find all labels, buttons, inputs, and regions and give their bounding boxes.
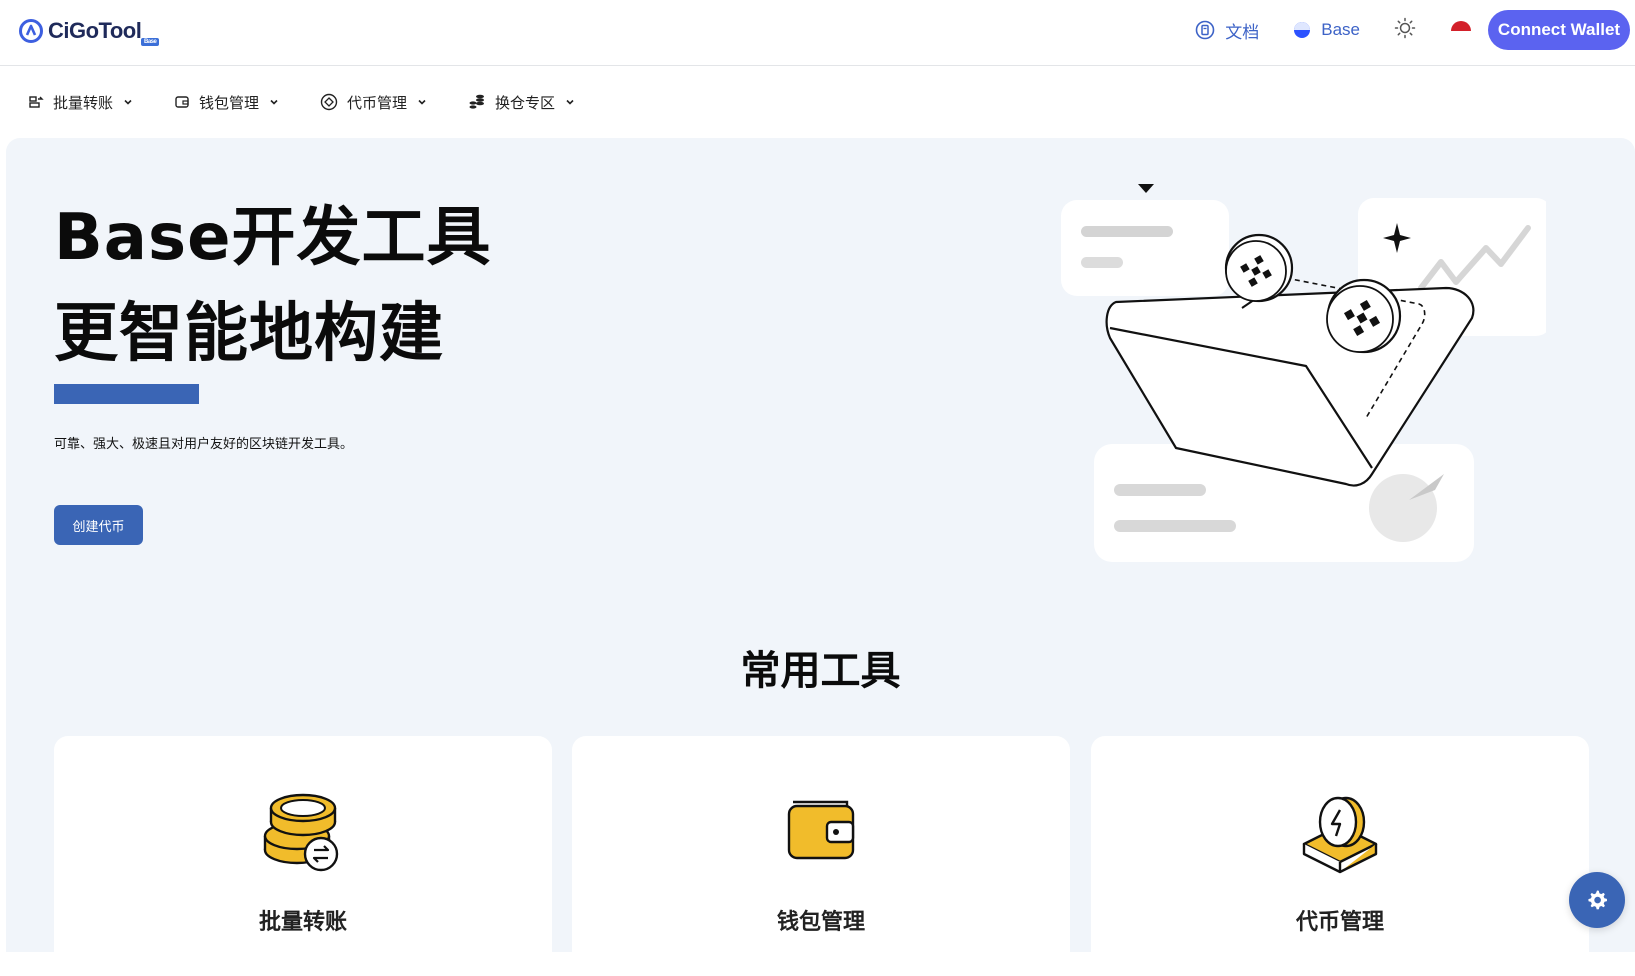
wallet-illustration bbox=[1061, 184, 1546, 562]
top-header: CiGoTool Base 文档 Base Connect Wallet bbox=[0, 0, 1635, 66]
nav-item-token-management[interactable]: 代币管理 bbox=[320, 92, 428, 113]
nav-label: 钱包管理 bbox=[199, 93, 260, 112]
chevron-down-icon bbox=[270, 99, 278, 105]
tool-card-title: 批量转账 bbox=[258, 910, 347, 935]
gear-icon bbox=[1588, 890, 1607, 910]
logo-mark-icon bbox=[19, 19, 43, 43]
hero-accent-bar bbox=[54, 384, 199, 404]
main-nav: 批量转账 钱包管理 代币管理 换仓专区 bbox=[0, 67, 1635, 137]
token-box-icon bbox=[1302, 796, 1378, 874]
hero-description: 可靠、强大、极速且对用户友好的区块链开发工具。 bbox=[54, 437, 354, 452]
hero-title-line-2: 更智能地构建 bbox=[54, 297, 444, 371]
coins-transfer-icon bbox=[263, 793, 339, 872]
nav-label: 代币管理 bbox=[347, 93, 408, 112]
chevron-down-icon bbox=[124, 99, 132, 105]
logo-badge: Base bbox=[141, 38, 160, 46]
tool-card-wallet-management[interactable]: 钱包管理 bbox=[572, 736, 1070, 976]
transfer-icon bbox=[29, 96, 44, 108]
language-flag-icon bbox=[1451, 21, 1471, 31]
nav-item-swap-zone[interactable]: 换仓专区 bbox=[468, 92, 576, 113]
theme-toggle[interactable] bbox=[1394, 17, 1416, 43]
nav-item-wallet-management[interactable]: 钱包管理 bbox=[174, 92, 280, 113]
tool-card-title: 钱包管理 bbox=[776, 910, 865, 935]
nav-label: 批量转账 bbox=[53, 93, 114, 112]
network-label: Base bbox=[1321, 20, 1360, 39]
wallet-icon bbox=[787, 800, 855, 860]
logo-text: CiGoTool Base bbox=[48, 18, 160, 46]
sun-icon bbox=[1394, 17, 1416, 39]
wallet-icon bbox=[175, 96, 189, 108]
connect-wallet-button[interactable]: Connect Wallet bbox=[1488, 10, 1630, 50]
docs-icon bbox=[1195, 20, 1215, 40]
docs-label: 文档 bbox=[1225, 22, 1260, 42]
settings-button[interactable] bbox=[1569, 872, 1625, 928]
header-actions: 文档 Base Connect Wallet bbox=[1195, 10, 1635, 50]
base-network-icon bbox=[1294, 22, 1311, 38]
coins-stack-icon bbox=[469, 94, 485, 109]
chevron-down-icon bbox=[566, 99, 574, 105]
token-icon bbox=[320, 93, 338, 111]
tool-card-batch-transfer[interactable]: 批量转账 bbox=[54, 736, 552, 976]
network-selector[interactable]: Base bbox=[1293, 20, 1360, 40]
tool-card-token-management[interactable]: 代币管理 bbox=[1091, 736, 1589, 976]
nav-label: 换仓专区 bbox=[495, 93, 556, 112]
hero-title: Base开发工具 更智能地构建 bbox=[54, 190, 491, 382]
logo[interactable]: CiGoTool Base bbox=[18, 16, 160, 46]
chevron-down-icon bbox=[418, 99, 426, 105]
tools-section-title: 常用工具 bbox=[740, 648, 901, 694]
create-token-button[interactable]: 创建代币 bbox=[54, 505, 143, 545]
nav-item-batch-transfer[interactable]: 批量转账 bbox=[28, 92, 134, 113]
main-content: Base开发工具 更智能地构建 可靠、强大、极速且对用户友好的区块链开发工具。 … bbox=[6, 138, 1635, 976]
tool-card-title: 代币管理 bbox=[1295, 910, 1384, 935]
hero-title-line-1: Base开发工具 bbox=[54, 201, 492, 275]
language-selector[interactable] bbox=[1450, 17, 1472, 43]
docs-link[interactable]: 文档 bbox=[1195, 18, 1259, 43]
